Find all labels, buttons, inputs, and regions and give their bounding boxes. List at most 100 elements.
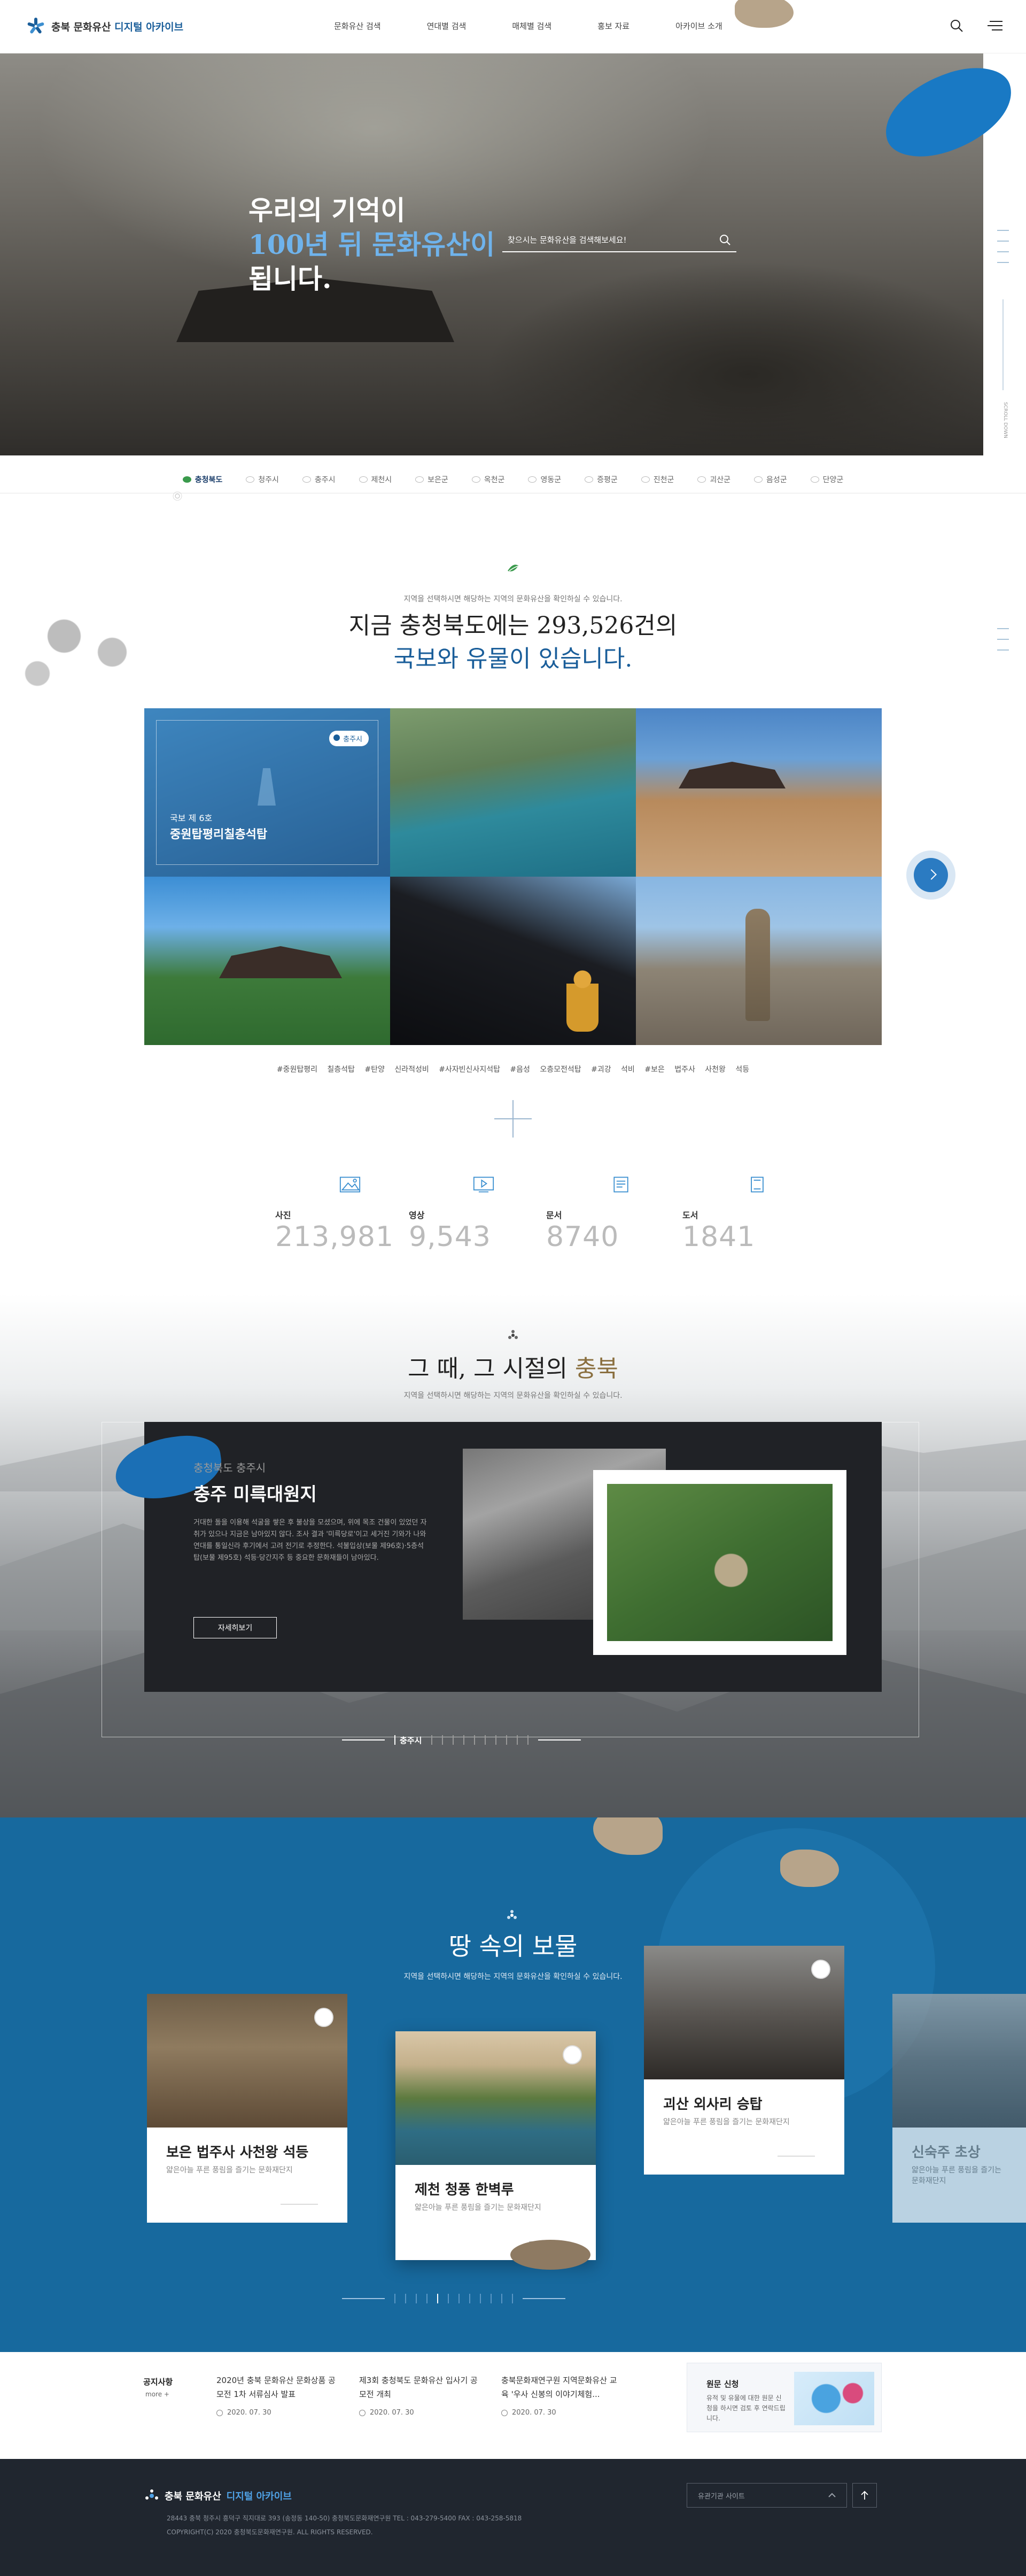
region-tab-okcheon[interactable]: 옥천군: [471, 474, 504, 485]
gallery-image-hanok-garden[interactable]: [144, 877, 390, 1045]
notice-date: 2020. 07. 30: [501, 2409, 624, 2417]
nav-heritage-search[interactable]: 문화유산 검색: [334, 20, 381, 32]
hashtag[interactable]: #보은 법주사 사천왕 석등: [644, 1065, 749, 1074]
pager-tick[interactable]: [491, 2294, 492, 2303]
book-icon: [751, 1177, 764, 1193]
hashtag[interactable]: #음성 오층모전석탑: [510, 1065, 581, 1074]
hero-search-input[interactable]: [508, 235, 700, 245]
pager-tick[interactable]: [416, 2294, 417, 2303]
region-tab-cheongju[interactable]: 청주시: [246, 474, 279, 485]
heritage-gallery: 충주시 국보 제 6호 중원탑평리칠층석탑: [144, 708, 882, 1045]
hero-headline: 우리의 기억이 100년 뒤 문화유산이 됩니다.: [248, 194, 495, 296]
pager-tick[interactable]: [517, 1735, 518, 1745]
gallery-image-river-cliff[interactable]: [390, 708, 636, 877]
search-icon[interactable]: [947, 16, 966, 35]
region-tab-jecheon[interactable]: 제천시: [359, 474, 392, 485]
pager-tick[interactable]: [431, 1735, 433, 1745]
site-logo[interactable]: 충북 문화유산 디지털 아카이브: [27, 17, 183, 35]
notice-item[interactable]: 제3회 충청북도 문화유산 입사기 공모전 개최 2020. 07. 30: [359, 2373, 482, 2417]
pager-tick[interactable]: [485, 1735, 486, 1745]
nav-promotion[interactable]: 홍보 자료: [597, 20, 629, 32]
notice-more-link[interactable]: more +: [145, 2391, 169, 2398]
hashtag[interactable]: #사자빈신사지석탑: [439, 1065, 500, 1074]
brown-decoration: [593, 1817, 663, 1855]
side-indicator[interactable]: [997, 230, 1009, 231]
notice-item[interactable]: 충북문화재연구원 지역문화유산 교육 '우사 신봉의 이야기체험... 2020…: [501, 2373, 624, 2417]
region-tab-chungju[interactable]: 충주시: [302, 474, 336, 485]
gallery-image-golden-buddha[interactable]: [390, 877, 636, 1045]
pager-tick[interactable]: [495, 1735, 497, 1745]
pager-prev-arrow[interactable]: [342, 2298, 385, 2299]
nav-era-search[interactable]: 연대별 검색: [427, 20, 467, 32]
side-indicator[interactable]: [997, 628, 1009, 629]
menu-icon[interactable]: [985, 16, 1005, 35]
plus-icon[interactable]: [494, 1100, 532, 1138]
pager-tick[interactable]: [501, 2294, 502, 2303]
banner-title: 원문 신청: [706, 2379, 739, 2389]
side-indicator[interactable]: [997, 251, 1009, 252]
chevron-up-icon: [828, 2493, 836, 2497]
hero-line-2: 100년 뒤 문화유산이: [248, 229, 495, 260]
region-tab-jeungpyeong[interactable]: 증평군: [585, 474, 618, 485]
search-icon[interactable]: [719, 234, 731, 246]
stat-label: 문서: [546, 1210, 562, 1220]
pager-tick[interactable]: [512, 2294, 513, 2303]
gallery-image-stone-statue[interactable]: [636, 877, 882, 1045]
gallery-next-button[interactable]: [914, 858, 948, 892]
pager-tick[interactable]: [463, 1735, 465, 1745]
original-request-banner[interactable]: 원문 신청 유적 및 유물에 대한 원문 신청을 하시면 검토 후 연락드립니다…: [687, 2363, 882, 2432]
side-indicator[interactable]: [997, 649, 1009, 651]
hashtag[interactable]: #괴강 석비: [591, 1065, 635, 1074]
pager-tick[interactable]: [458, 2294, 460, 2303]
nav-about-archive[interactable]: 아카이브 소개: [675, 20, 722, 32]
stat-label: 사진: [275, 1210, 291, 1220]
pager-next-arrow[interactable]: [538, 1739, 581, 1740]
region-tab-danyang[interactable]: 단양군: [810, 474, 843, 485]
pager-tick[interactable]: [426, 2294, 428, 2303]
treasure-card[interactable]: 괴산 외사리 승탑 얇은아늘 푸른 풍림을 즐기는 문화재단지: [644, 1946, 844, 2175]
pager-tick[interactable]: [469, 2294, 470, 2303]
treasure-card-active[interactable]: 제천 청풍 한벽루 얇은아늘 푸른 풍림을 즐기는 문화재단지: [395, 2031, 596, 2260]
region-tab-chungbuk[interactable]: 충청북도: [182, 474, 222, 485]
hashtag[interactable]: #중원탑평리 칠층석탑: [277, 1065, 355, 1074]
pager-tick[interactable]: [405, 2294, 406, 2303]
pager-tick[interactable]: [480, 2294, 481, 2303]
pager-tick[interactable]: [453, 1735, 454, 1745]
side-indicator[interactable]: [997, 241, 1009, 242]
related-sites-select[interactable]: 유관기관 사이트: [687, 2483, 847, 2508]
hero-line-3: 됩니다.: [248, 263, 332, 295]
treasure-card-partial[interactable]: 신숙주 초상 얇은아늘 푸른 풍림을 즐기는 문화재단지: [892, 1994, 1026, 2223]
nav-media-search[interactable]: 매체별 검색: [512, 20, 551, 32]
region-tab-boeun[interactable]: 보은군: [415, 474, 448, 485]
notice-date: 2020. 07. 30: [359, 2409, 482, 2417]
flower-logo-icon: [508, 1330, 518, 1339]
treasure-title: 땅 속의 보물: [448, 1932, 578, 1961]
era-detail-button[interactable]: 자세히보기: [193, 1617, 277, 1638]
gallery-image-fortress-wall[interactable]: [636, 708, 882, 877]
notice-item[interactable]: 2020년 충북 문화유산 문화상품 공모전 1차 서류심사 발표 2020. …: [216, 2373, 339, 2417]
pager-tick[interactable]: [474, 1735, 476, 1745]
side-indicator[interactable]: [997, 262, 1009, 263]
side-indicator[interactable]: [997, 639, 1009, 640]
region-tab-eumseong[interactable]: 음성군: [754, 474, 787, 485]
region-icon: [641, 476, 650, 483]
pager-tick[interactable]: [394, 2294, 395, 2303]
pager-current[interactable]: 충주시: [394, 1735, 422, 1746]
pager-tick-active[interactable]: [437, 2294, 438, 2303]
region-tab-jincheon[interactable]: 진천군: [641, 474, 674, 485]
pager-tick[interactable]: [448, 2294, 449, 2303]
scroll-top-button[interactable]: [852, 2483, 877, 2508]
region-tab-yeongdong[interactable]: 영동군: [528, 474, 561, 485]
treasure-card[interactable]: 보은 법주사 사천왕 석등 얇은아늘 푸른 풍림을 즐기는 문화재단지: [147, 1994, 347, 2223]
header-brown-decoration: [735, 0, 794, 28]
pager-tick[interactable]: [442, 1735, 444, 1745]
pager-prev-arrow[interactable]: [342, 1739, 385, 1740]
card-desc: 얇은아늘 푸른 풍림을 즐기는 문화재단지: [415, 2203, 541, 2212]
hashtag[interactable]: #탄양 신라적성비: [364, 1065, 429, 1074]
gallery-featured-card[interactable]: 충주시 국보 제 6호 중원탑평리칠층석탑: [144, 708, 390, 877]
stat-value: 9,543: [409, 1221, 491, 1253]
region-tab-goesan[interactable]: 괴산군: [697, 474, 730, 485]
pager-tick[interactable]: [506, 1735, 508, 1745]
pager-tick[interactable]: [527, 1735, 529, 1745]
pager-next-arrow[interactable]: [523, 2298, 565, 2299]
